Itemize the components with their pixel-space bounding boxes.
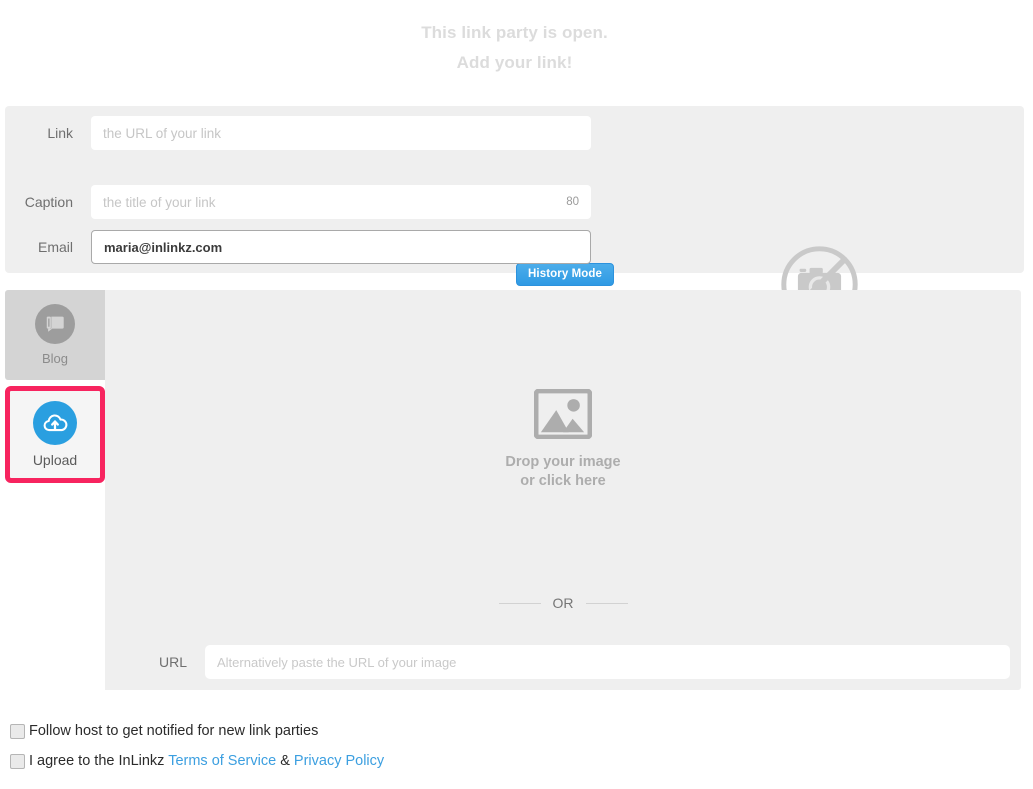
tab-upload[interactable]: Upload — [10, 391, 100, 478]
caption-field-row: Caption 80 — [5, 185, 591, 219]
blog-icon — [35, 304, 75, 344]
follow-host-row: Follow host to get notified for new link… — [10, 723, 384, 739]
terms-agree-label: I agree to the InLinkz Terms of Service … — [29, 753, 384, 769]
dropzone-line-2: or click here — [520, 473, 606, 489]
cloud-upload-icon — [33, 401, 77, 445]
terms-of-service-link[interactable]: Terms of Service — [168, 753, 276, 769]
or-divider: OR — [105, 595, 1021, 611]
follow-host-checkbox[interactable] — [10, 723, 25, 739]
upload-panel: Drop your image or click here OR URL — [105, 290, 1021, 690]
or-line-right — [585, 602, 628, 604]
link-party-form-page: This link party is open. Add your link! … — [0, 0, 1033, 789]
caption-input[interactable] — [91, 185, 591, 219]
page-title-line-2: Add your link! — [456, 53, 573, 72]
email-field-label: Email — [37, 239, 73, 255]
history-mode-button[interactable]: History Mode — [516, 263, 615, 286]
tab-upload-label: Upload — [32, 452, 78, 468]
follow-host-label: Follow host to get notified for new link… — [29, 723, 319, 739]
tab-blog[interactable]: Blog — [5, 290, 105, 380]
link-input[interactable] — [91, 116, 591, 150]
image-url-label: URL — [158, 654, 187, 670]
source-tabs: Blog Upload — [5, 290, 105, 483]
terms-text-prefix: I agree to the InLinkz — [29, 753, 169, 769]
image-url-row: URL — [105, 645, 1021, 679]
page-title-line-1: This link party is open. — [421, 23, 608, 42]
terms-agree-row: I agree to the InLinkz Terms of Service … — [10, 753, 384, 769]
email-field-row: Email — [5, 230, 591, 264]
image-url-input[interactable] — [205, 645, 1010, 679]
link-field-label: Link — [47, 125, 73, 141]
privacy-policy-link[interactable]: Privacy Policy — [294, 753, 384, 769]
dropzone-text: Drop your image or click here — [505, 453, 620, 491]
tab-blog-label: Blog — [41, 351, 69, 366]
or-label: OR — [552, 595, 574, 611]
image-dropzone[interactable]: Drop your image or click here — [105, 290, 1021, 590]
consent-checkboxes: Follow host to get notified for new link… — [10, 723, 384, 783]
caption-field-label: Caption — [24, 194, 73, 210]
or-line-left — [498, 602, 541, 604]
tab-upload-highlight: Upload — [5, 386, 105, 483]
terms-agree-checkbox[interactable] — [10, 753, 25, 769]
email-input[interactable] — [91, 230, 591, 264]
dropzone-line-1: Drop your image — [505, 454, 621, 470]
link-details-panel: Link History Mode Caption 80 Email — [5, 106, 1024, 323]
image-placeholder-icon — [534, 389, 592, 439]
link-field-row: Link — [5, 116, 591, 150]
terms-text-between: & — [276, 753, 294, 769]
page-header: This link party is open. Add your link! — [0, 18, 1029, 78]
